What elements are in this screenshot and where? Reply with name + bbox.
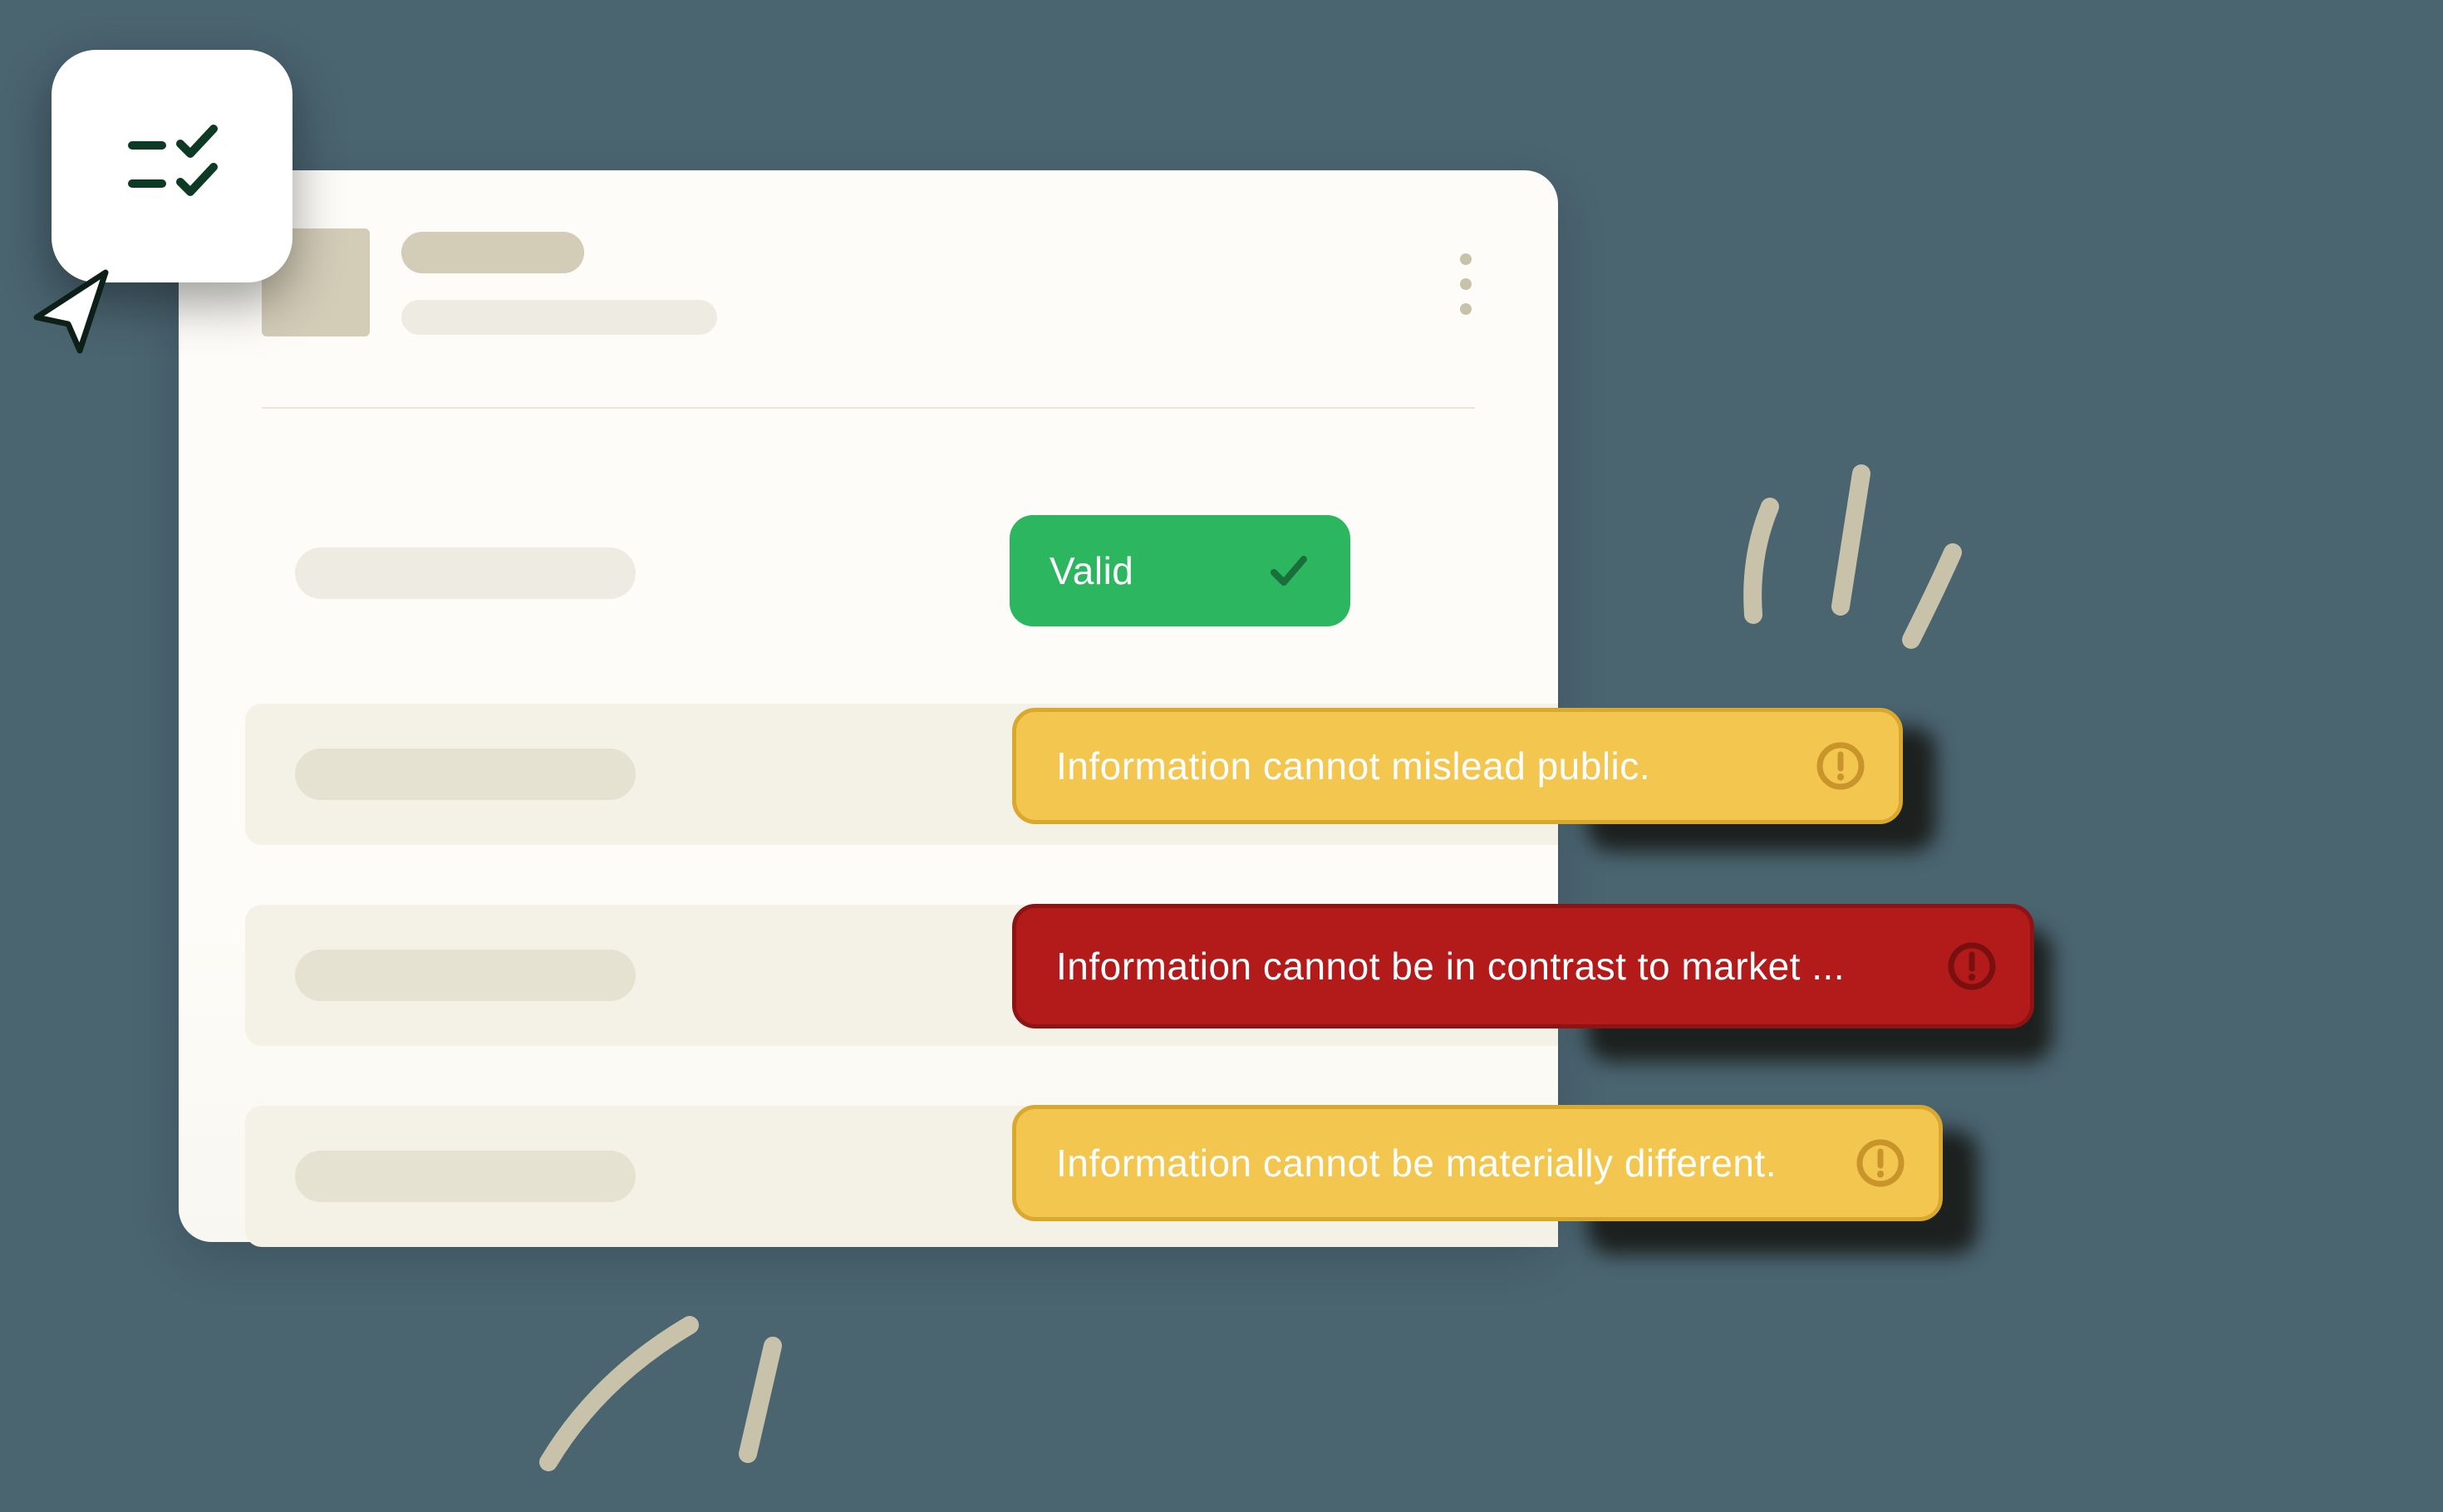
status-badge-warning[interactable]: Information cannot mislead public. xyxy=(1012,708,1903,824)
checklist-icon xyxy=(122,120,222,212)
badge-label: Information cannot be materially differe… xyxy=(1056,1141,1822,1186)
more-vertical-icon xyxy=(1460,253,1472,265)
badge-label: Valid xyxy=(1049,548,1174,593)
alert-circle-icon xyxy=(1816,741,1865,791)
cursor-icon xyxy=(27,266,118,357)
card-header xyxy=(262,228,1475,336)
check-icon xyxy=(1267,549,1310,592)
subtitle-placeholder xyxy=(401,300,717,335)
checklist-widget[interactable] xyxy=(52,50,292,282)
row-label-placeholder xyxy=(295,1151,636,1202)
status-badge-warning[interactable]: Information cannot be materially differe… xyxy=(1012,1105,1943,1221)
alert-circle-icon xyxy=(1947,941,1997,991)
title-placeholder xyxy=(401,232,584,273)
row-label-placeholder xyxy=(295,547,636,599)
record-card xyxy=(179,170,1558,1242)
badge-label: Information cannot be in contrast to mar… xyxy=(1056,944,1905,989)
spark-bottom xyxy=(515,1279,814,1479)
title-column xyxy=(401,228,1428,335)
row-label-placeholder xyxy=(295,749,636,800)
status-badge-error[interactable]: Information cannot be in contrast to mar… xyxy=(1012,904,2034,1028)
row-label-placeholder xyxy=(295,950,636,1001)
more-menu-button[interactable] xyxy=(1460,228,1475,315)
status-badge-valid[interactable]: Valid xyxy=(1010,515,1350,626)
alert-circle-icon xyxy=(1856,1138,1905,1188)
list-row xyxy=(245,503,1558,644)
header-divider xyxy=(262,407,1475,409)
badge-label: Information cannot mislead public. xyxy=(1056,744,1782,788)
spark-top-right xyxy=(1703,424,1969,656)
